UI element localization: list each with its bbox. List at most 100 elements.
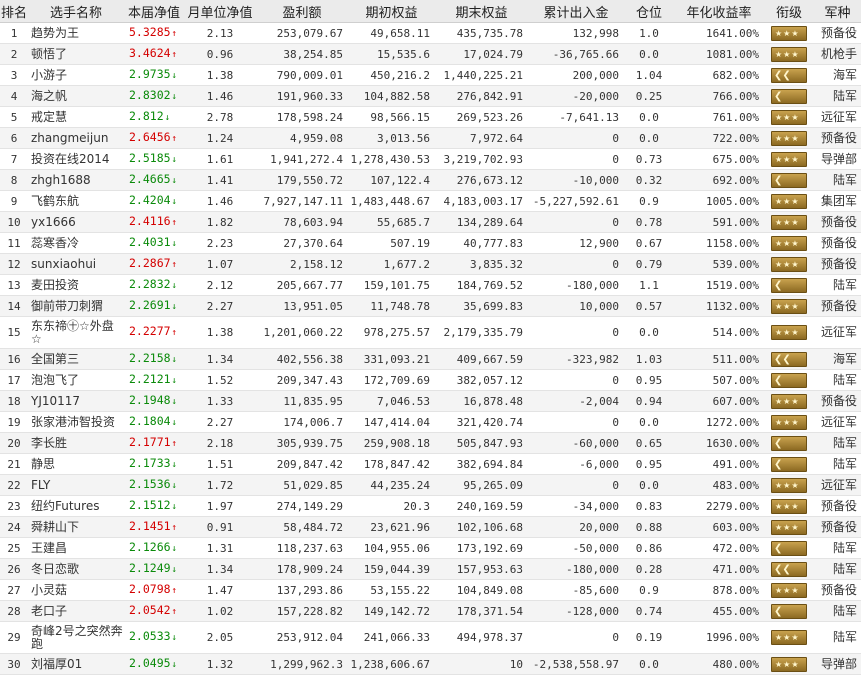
begin-equity-cell: 3,013.56 (348, 127, 435, 149)
profit-cell: 274,149.29 (256, 495, 348, 517)
insignia-chevrons: ❮ (774, 542, 783, 554)
table-header: 排名 选手名称 本届净值 月单位净值 盈利额 期初权益 期末权益 累计出入金 仓位 年化收益率 衔级… (0, 0, 861, 23)
cumulative-flow-cell: 0 (528, 474, 624, 496)
player-name-link[interactable]: 刘福厚01 (28, 653, 124, 675)
profit-cell: 13,951.05 (256, 295, 348, 317)
insignia-stars: ★★★ (775, 396, 800, 406)
player-name-link[interactable]: 趋势为王 (28, 22, 124, 44)
profit-cell: 1,299,962.3 (256, 653, 348, 675)
army-cell: 预备役 (814, 211, 861, 233)
player-name-link[interactable]: yx1666 (28, 211, 124, 233)
player-name-link[interactable]: 李长胜 (28, 432, 124, 454)
player-name-link[interactable]: 泡泡飞了 (28, 369, 124, 391)
header-profit[interactable]: 盈利额 (256, 0, 348, 23)
player-name-link[interactable]: 顿悟了 (28, 43, 124, 65)
rank-cell: 26 (0, 558, 28, 580)
army-cell: 预备役 (814, 390, 861, 412)
insignia-cell: ★★★ (764, 232, 814, 254)
player-name-link[interactable]: 小游子 (28, 64, 124, 86)
cumulative-flow-cell: -7,641.13 (528, 106, 624, 128)
player-name-link[interactable]: 张家港沛智投资 (28, 411, 124, 433)
player-name-link[interactable]: 冬日恋歌 (28, 558, 124, 580)
rank-stars-icon: ★★★ (771, 25, 807, 41)
player-name-link[interactable]: YJ10117 (28, 390, 124, 412)
monthly-nav-cell: 2.27 (184, 411, 256, 433)
insignia-stars: ★★★ (775, 133, 800, 143)
player-name-link[interactable]: 海之帆 (28, 85, 124, 107)
player-name-link[interactable]: 王建昌 (28, 537, 124, 559)
header-cumulative-flow[interactable]: 累计出入金 (528, 0, 624, 23)
player-name-link[interactable]: 静思 (28, 453, 124, 475)
rank-stars-icon: ★★★ (771, 630, 807, 645)
player-name-link[interactable]: 东东禘㊉☆外盘☆ (28, 316, 124, 349)
table-row: 25 王建昌 2.1266↓ 1.31 118,237.63 104,955.06 173,… (0, 537, 861, 559)
player-name-link[interactable]: 老口子 (28, 600, 124, 622)
army-cell: 海军 (814, 348, 861, 370)
insignia-stars: ★★★ (775, 328, 800, 337)
rank-cell: 28 (0, 600, 28, 622)
header-begin-equity[interactable]: 期初权益 (348, 0, 435, 23)
player-name-link[interactable]: 投资在线2014 (28, 148, 124, 170)
player-name-link[interactable]: 蕊寒香冷 (28, 232, 124, 254)
header-end-equity[interactable]: 期末权益 (435, 0, 528, 23)
monthly-nav-cell: 1.61 (184, 148, 256, 170)
army-cell: 陆军 (814, 621, 861, 654)
monthly-nav-cell: 1.31 (184, 537, 256, 559)
monthly-nav-cell: 1.32 (184, 653, 256, 675)
player-name-link[interactable]: zhgh1688 (28, 169, 124, 191)
end-equity-cell: 435,735.78 (435, 22, 528, 44)
player-name-link[interactable]: 御前带刀刺猬 (28, 295, 124, 317)
arrow-down-icon: ↓ (171, 238, 177, 249)
header-rank[interactable]: 排名 (0, 0, 28, 23)
nav-cell: 2.4204↓ (124, 190, 184, 212)
army-cell: 陆军 (814, 558, 861, 580)
player-name-link[interactable]: FLY (28, 474, 124, 496)
cumulative-flow-cell: 132,998 (528, 22, 624, 44)
table-row: 16 全国第三 2.2158↓ 1.34 402,556.38 331,093.21 409… (0, 348, 861, 370)
header-player-name[interactable]: 选手名称 (28, 0, 124, 23)
insignia-cell: ❮ (764, 85, 814, 107)
monthly-nav-cell: 1.46 (184, 190, 256, 212)
player-name-link[interactable]: sunxiaohui (28, 253, 124, 275)
header-position[interactable]: 仓位 (624, 0, 674, 23)
header-monthly-nav[interactable]: 月单位净值 (184, 0, 256, 23)
player-name-link[interactable]: 小灵菇 (28, 579, 124, 601)
annual-return-cell: 472.00% (674, 537, 764, 559)
army-cell: 预备役 (814, 495, 861, 517)
end-equity-cell: 95,265.09 (435, 474, 528, 496)
arrow-down-icon: ↓ (171, 459, 177, 470)
header-rank-insignia[interactable]: 衔级 (764, 0, 814, 23)
nav-value: 2.1536 (129, 476, 171, 491)
monthly-nav-cell: 1.07 (184, 253, 256, 275)
annual-return-cell: 682.00% (674, 64, 764, 86)
player-name-link[interactable]: 飞鹤东航 (28, 190, 124, 212)
nav-value: 2.0798 (129, 581, 171, 596)
header-nav[interactable]: 本届净值 (124, 0, 184, 23)
player-name-link[interactable]: 奇峰2号之突然奔跑 (28, 621, 124, 654)
insignia-cell: ❮ (764, 274, 814, 296)
monthly-nav-cell: 2.18 (184, 432, 256, 454)
army-cell: 远征军 (814, 411, 861, 433)
begin-equity-cell: 259,908.18 (348, 432, 435, 454)
header-annual-return[interactable]: 年化收益率 (674, 0, 764, 23)
player-name-link[interactable]: 纽约Futures (28, 495, 124, 517)
nav-value: 2.1948 (129, 392, 171, 407)
player-name-link[interactable]: 全国第三 (28, 348, 124, 370)
army-cell: 陆军 (814, 432, 861, 454)
end-equity-cell: 382,057.12 (435, 369, 528, 391)
rank-cell: 18 (0, 390, 28, 412)
begin-equity-cell: 450,216.2 (348, 64, 435, 86)
insignia-cell: ❮ (764, 453, 814, 475)
rank-cell: 30 (0, 653, 28, 675)
player-name-link[interactable]: 舜耕山下 (28, 516, 124, 538)
header-army[interactable]: 军种 (814, 0, 861, 23)
player-name-link[interactable]: 麦田投资 (28, 274, 124, 296)
monthly-nav-cell: 2.13 (184, 22, 256, 44)
player-name-link[interactable]: zhangmeijun (28, 127, 124, 149)
rank-cell: 13 (0, 274, 28, 296)
insignia-cell: ❮ (764, 432, 814, 454)
annual-return-cell: 1996.00% (674, 621, 764, 654)
player-name-link[interactable]: 戒定慧 (28, 106, 124, 128)
insignia-cell: ★★★ (764, 495, 814, 517)
cumulative-flow-cell: -36,765.66 (528, 43, 624, 65)
